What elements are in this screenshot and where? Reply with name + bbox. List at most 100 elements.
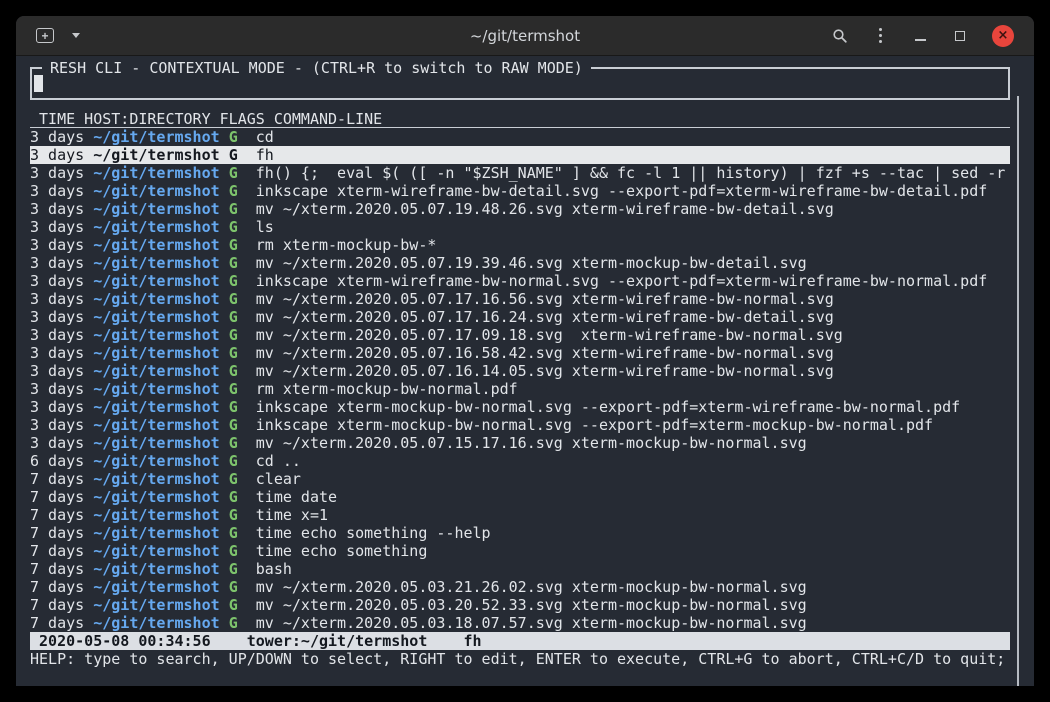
history-row[interactable]: 3 days ~/git/termshot G cd: [30, 128, 1010, 146]
row-time: 3 days: [30, 362, 84, 380]
row-flags: G: [229, 326, 238, 344]
row-flags: G: [229, 290, 238, 308]
row-host: ~/git/termshot: [93, 470, 219, 488]
row-time: 7 days: [30, 596, 84, 614]
history-row[interactable]: 3 days ~/git/termshot G inkscape xterm-m…: [30, 398, 1010, 416]
row-flags: G: [229, 164, 238, 182]
row-host: ~/git/termshot: [93, 596, 219, 614]
history-row[interactable]: 6 days ~/git/termshot G cd ..: [30, 452, 1010, 470]
history-row[interactable]: 7 days ~/git/termshot G clear: [30, 470, 1010, 488]
row-command: mv ~/xterm.2020.05.07.17.16.24.svg xterm…: [256, 308, 834, 326]
row-host: ~/git/termshot: [93, 308, 219, 326]
row-flags: G: [229, 308, 238, 326]
history-list: 3 days ~/git/termshot G cd3 days ~/git/t…: [30, 128, 1010, 632]
history-row[interactable]: 3 days ~/git/termshot G inkscape xterm-m…: [30, 416, 1010, 434]
row-command: mv ~/xterm.2020.05.07.19.39.46.svg xterm…: [256, 254, 807, 272]
row-command: mv ~/xterm.2020.05.07.16.58.42.svg xterm…: [256, 344, 834, 362]
search-input-box[interactable]: RESH CLI - CONTEXTUAL MODE - (CTRL+R to …: [30, 67, 1010, 100]
terminal-screen[interactable]: RESH CLI - CONTEXTUAL MODE - (CTRL+R to …: [16, 56, 1034, 686]
history-row[interactable]: 3 days ~/git/termshot G inkscape xterm-w…: [30, 272, 1010, 290]
row-host: ~/git/termshot: [93, 362, 219, 380]
titlebar-right-controls: ×: [832, 24, 1014, 48]
maximize-button[interactable]: [952, 24, 968, 48]
row-host: ~/git/termshot: [93, 452, 219, 470]
row-time: 3 days: [30, 344, 84, 362]
chevron-down-icon: [72, 33, 80, 38]
row-flags: G: [229, 128, 238, 146]
row-flags: G: [229, 560, 238, 578]
row-flags: G: [229, 182, 238, 200]
history-row[interactable]: 3 days ~/git/termshot G ls: [30, 218, 1010, 236]
row-host: ~/git/termshot: [93, 326, 219, 344]
row-host: ~/git/termshot: [93, 290, 219, 308]
history-row[interactable]: 3 days ~/git/termshot G mv ~/xterm.2020.…: [30, 290, 1010, 308]
new-tab-button[interactable]: +: [36, 24, 54, 48]
history-row[interactable]: 3 days ~/git/termshot G mv ~/xterm.2020.…: [30, 326, 1010, 344]
menu-button[interactable]: [872, 24, 888, 48]
row-flags: G: [229, 452, 238, 470]
row-flags: G: [229, 218, 238, 236]
row-command: mv ~/xterm.2020.05.03.21.26.02.svg xterm…: [256, 578, 807, 596]
row-flags: G: [229, 398, 238, 416]
row-host: ~/git/termshot: [93, 506, 219, 524]
history-row[interactable]: 3 days ~/git/termshot G mv ~/xterm.2020.…: [30, 344, 1010, 362]
scrollbar[interactable]: [1017, 96, 1019, 686]
history-row[interactable]: 3 days ~/git/termshot G mv ~/xterm.2020.…: [30, 308, 1010, 326]
history-row[interactable]: 7 days ~/git/termshot G mv ~/xterm.2020.…: [30, 596, 1010, 614]
row-command: fh: [256, 146, 274, 164]
history-row[interactable]: 3 days ~/git/termshot G mv ~/xterm.2020.…: [30, 362, 1010, 380]
row-command: inkscape xterm-mockup-bw-normal.svg --ex…: [256, 398, 960, 416]
row-time: 3 days: [30, 182, 84, 200]
row-time: 3 days: [30, 398, 84, 416]
row-command: time date: [256, 488, 337, 506]
history-row[interactable]: 7 days ~/git/termshot G bash: [30, 560, 1010, 578]
history-row[interactable]: 3 days ~/git/termshot G rm xterm-mockup-…: [30, 236, 1010, 254]
history-row[interactable]: 3 days ~/git/termshot G fh: [30, 146, 1010, 164]
history-row[interactable]: 3 days ~/git/termshot G mv ~/xterm.2020.…: [30, 200, 1010, 218]
row-flags: G: [229, 614, 238, 632]
row-time: 3 days: [30, 254, 84, 272]
row-flags: G: [229, 416, 238, 434]
close-button[interactable]: ×: [992, 25, 1014, 47]
row-time: 3 days: [30, 380, 84, 398]
row-host: ~/git/termshot: [93, 182, 219, 200]
row-host: ~/git/termshot: [93, 164, 219, 182]
history-row[interactable]: 7 days ~/git/termshot G time echo someth…: [30, 524, 1010, 542]
row-command: time echo something: [256, 542, 428, 560]
row-time: 3 days: [30, 164, 84, 182]
status-host: tower:~/git/termshot: [247, 632, 428, 650]
status-bar: 2020-05-08 00:34:56 tower:~/git/termshot…: [30, 632, 1010, 650]
row-command: inkscape xterm-wireframe-bw-detail.svg -…: [256, 182, 988, 200]
history-row[interactable]: 3 days ~/git/termshot G inkscape xterm-w…: [30, 182, 1010, 200]
row-time: 6 days: [30, 452, 84, 470]
row-command: mv ~/xterm.2020.05.03.18.07.57.svg xterm…: [256, 614, 807, 632]
row-time: 3 days: [30, 200, 84, 218]
history-row[interactable]: 7 days ~/git/termshot G time date: [30, 488, 1010, 506]
maximize-icon: [955, 31, 965, 41]
history-row[interactable]: 3 days ~/git/termshot G mv ~/xterm.2020.…: [30, 434, 1010, 452]
row-flags: G: [229, 146, 238, 164]
search-button[interactable]: [832, 24, 848, 48]
row-command: time x=1: [256, 506, 328, 524]
minimize-button[interactable]: [912, 24, 928, 48]
row-host: ~/git/termshot: [93, 344, 219, 362]
history-row[interactable]: 7 days ~/git/termshot G time echo someth…: [30, 542, 1010, 560]
tab-list-dropdown-button[interactable]: [68, 24, 84, 48]
history-row[interactable]: 3 days ~/git/termshot G rm xterm-mockup-…: [30, 380, 1010, 398]
row-command: rm xterm-mockup-bw-normal.pdf: [256, 380, 518, 398]
history-row[interactable]: 3 days ~/git/termshot G fh() {; eval $( …: [30, 164, 1010, 182]
row-time: 3 days: [30, 146, 84, 164]
row-command: fh() {; eval $( ([ -n "$ZSH_NAME" ] && f…: [256, 164, 1006, 182]
row-flags: G: [229, 344, 238, 362]
history-row[interactable]: 7 days ~/git/termshot G mv ~/xterm.2020.…: [30, 614, 1010, 632]
row-time: 7 days: [30, 542, 84, 560]
history-row[interactable]: 7 days ~/git/termshot G time x=1: [30, 506, 1010, 524]
row-command: mv ~/xterm.2020.05.07.19.48.26.svg xterm…: [256, 200, 834, 218]
row-command: time echo something --help: [256, 524, 491, 542]
history-row[interactable]: 7 days ~/git/termshot G mv ~/xterm.2020.…: [30, 578, 1010, 596]
titlebar: + ~/git/termshot: [16, 16, 1034, 56]
row-flags: G: [229, 236, 238, 254]
row-time: 3 days: [30, 416, 84, 434]
row-flags: G: [229, 380, 238, 398]
history-row[interactable]: 3 days ~/git/termshot G mv ~/xterm.2020.…: [30, 254, 1010, 272]
